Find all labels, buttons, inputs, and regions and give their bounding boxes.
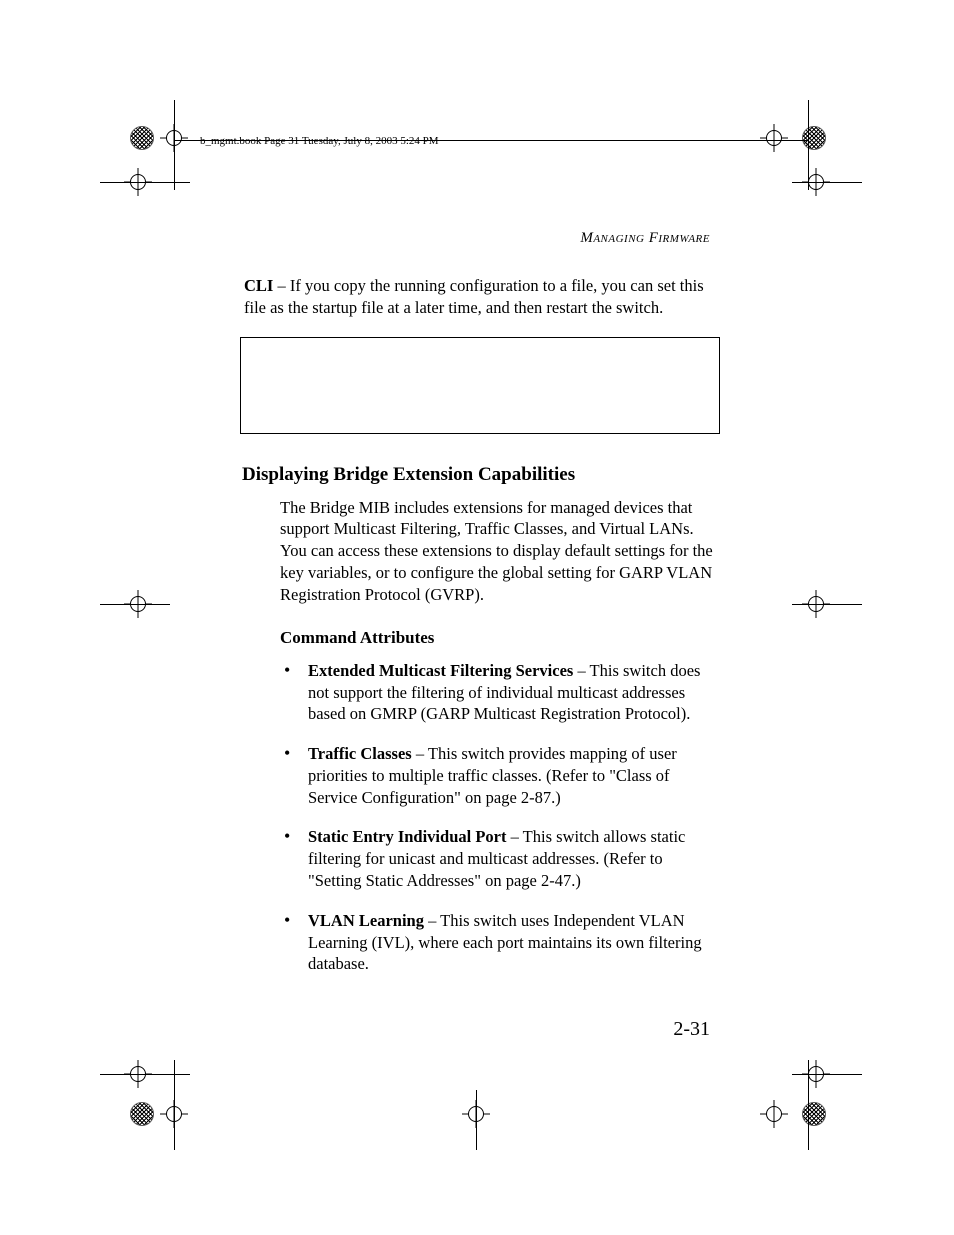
print-rule-h: [792, 182, 862, 183]
print-rule-h: [792, 604, 862, 605]
subhead-command-attributes: Command Attributes: [280, 627, 714, 649]
intro-paragraph: CLI – If you copy the running configurat…: [244, 275, 714, 319]
print-rule-v: [174, 1060, 175, 1150]
running-head: Managing Firmware: [580, 230, 710, 247]
print-rule-h: [792, 1074, 862, 1075]
code-box-empty: [240, 337, 720, 434]
print-reg-dot: [802, 126, 826, 150]
attr-term: Static Entry Individual Port: [308, 827, 506, 846]
print-header-note: b_mgmt.book Page 31 Tuesday, July 8, 200…: [200, 135, 439, 147]
print-rule-v: [808, 1060, 809, 1150]
list-item: Extended Multicast Filtering Services – …: [280, 660, 714, 725]
cli-label: CLI: [244, 276, 273, 295]
cli-text: – If you copy the running configuration …: [244, 276, 704, 317]
print-rule-h: [100, 604, 170, 605]
section-body: The Bridge MIB includes extensions for m…: [280, 497, 714, 975]
print-rule-h: [100, 1074, 190, 1075]
list-item: VLAN Learning – This switch uses Indepen…: [280, 910, 714, 975]
attr-term: VLAN Learning: [308, 911, 424, 930]
print-reg-dot: [130, 126, 154, 150]
print-reg-dot: [130, 1102, 154, 1126]
print-crosshair-icon: [760, 1100, 788, 1128]
print-reg-dot: [802, 1102, 826, 1126]
list-item: Static Entry Individual Port – This swit…: [280, 826, 714, 891]
print-rule-v: [476, 1090, 477, 1150]
attribute-list: Extended Multicast Filtering Services – …: [280, 660, 714, 975]
attr-term: Extended Multicast Filtering Services: [308, 661, 573, 680]
list-item: Traffic Classes – This switch provides m…: [280, 743, 714, 808]
section-title: Displaying Bridge Extension Capabilities: [242, 462, 714, 487]
print-rule-h: [100, 182, 190, 183]
print-rule-v: [174, 100, 175, 190]
page-content: CLI – If you copy the running configurat…: [244, 275, 714, 993]
attr-term: Traffic Classes: [308, 744, 412, 763]
page-number: 2-31: [673, 1018, 710, 1041]
section-intro: The Bridge MIB includes extensions for m…: [280, 497, 714, 606]
print-crosshair-icon: [760, 124, 788, 152]
